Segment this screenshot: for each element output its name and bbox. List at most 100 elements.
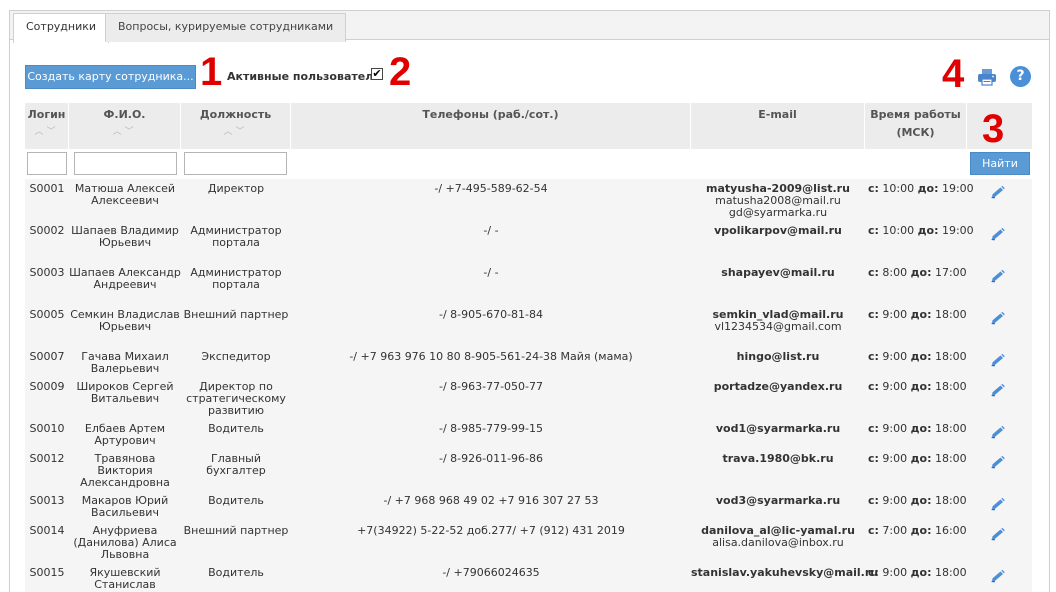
cell-position: Водитель [208,422,264,435]
filter-position-input[interactable] [184,152,287,175]
cell-email: vod3@syarmarka.ru [691,495,865,507]
edit-pencil-icon[interactable] [989,311,1007,326]
cell-position: Главный бухгалтер [206,452,266,477]
column-header-fio-label: Ф.И.О. [103,108,146,121]
create-employee-card-button[interactable]: Создать карту сотрудника... [25,65,196,89]
time-from-label: с: [868,494,879,507]
email-primary: portadze@yandex.ru [713,380,843,393]
edit-pencil-icon[interactable] [989,269,1007,284]
edit-pencil-icon[interactable] [989,227,1007,242]
time-to-value: 18:00 [934,422,967,435]
cell-position: Водитель [208,566,264,579]
help-icon[interactable]: ? [1010,66,1031,87]
cell-login: S0003 [29,266,65,279]
print-icon[interactable] [977,67,997,87]
time-to-value: 18:00 [934,566,967,579]
cell-worktime: с: 9:00 до: 18:00 [868,567,967,579]
cell-worktime: с: 9:00 до: 18:00 [868,453,967,465]
time-to-value: 18:00 [934,380,967,393]
email-primary: vod1@syarmarka.ru [715,422,841,435]
cell-email: matyusha-2009@list.ru matusha2008@mail.ru… [691,183,865,219]
table-row: S0010 Елбаев Артем Артурович Водитель -/ 8-… [25,419,1032,449]
edit-pencil-icon[interactable] [989,185,1007,200]
time-from-value: 9:00 [882,422,908,435]
cell-worktime: с: 10:00 до: 19:00 [868,224,974,237]
time-from-label: с: [868,224,879,237]
cell-login: S0005 [29,308,65,321]
edit-pencil-icon[interactable] [989,425,1007,440]
edit-pencil-icon[interactable] [989,497,1007,512]
table-row: S0013 Макаров Юрий Васильевич Водитель -/ +… [25,491,1032,521]
filter-login-input[interactable] [27,152,67,175]
cell-worktime: с: 9:00 до: 18:00 [868,381,967,393]
time-from-label: с: [868,182,879,195]
annotation-1: 1 [200,50,223,94]
time-from-label: с: [868,524,879,537]
cell-login: S0010 [29,422,65,435]
cell-position: Администратор портала [190,224,282,249]
time-to-label: до: [910,524,932,537]
cell-login: S0009 [29,380,65,393]
sort-position-icon[interactable]: ︿﹀ [181,124,290,137]
cell-fio: Елбаев Артем Артурович [84,422,166,447]
cell-fio: Гачава Михаил Валерьевич [81,350,169,375]
column-header-position: Должность ︿﹀ [181,103,291,149]
cell-login: S0012 [29,452,65,465]
time-from-value: 9:00 [882,566,908,579]
cell-worktime: с: 9:00 до: 18:00 [868,495,967,507]
cell-fio: Шапаев Александр Андреевич [69,266,181,291]
table-row: S0007 Гачава Михаил Валерьевич Экспедитор -… [25,347,1032,377]
edit-pencil-icon[interactable] [989,455,1007,470]
cell-worktime: с: 9:00 до: 18:00 [868,423,967,435]
annotation-2: 2 [389,50,412,94]
email-extra: alisa.danilova@inbox.ru [712,536,844,549]
time-to-value: 17:00 [934,266,967,279]
column-header-position-label: Должность [199,108,272,121]
cell-position: Экспедитор [201,350,271,363]
filter-row: Найти [25,149,1032,179]
annotation-3: 3 [982,107,1005,151]
cell-position: Водитель [208,494,264,507]
edit-pencil-icon[interactable] [989,569,1007,584]
time-to-value: 18:00 [934,452,967,465]
time-from-value: 9:00 [882,380,908,393]
cell-phones: -/ - [483,266,499,279]
cell-email: semkin_vlad@mail.ru vl1234534@gmail.com [691,309,865,333]
table-header: Логин ︿﹀ Ф.И.О. ︿﹀ Должность ︿﹀ Телефоны… [25,103,1032,149]
time-to-value: 18:00 [934,308,967,321]
find-button[interactable]: Найти [970,152,1030,175]
time-to-value: 19:00 [941,224,974,237]
cell-fio: Широков Сергей Витальевич [76,380,174,405]
cell-login: S0014 [29,524,65,537]
time-from-label: с: [868,452,879,465]
table-row: S0003 Шапаев Александр Андреевич Администр… [25,263,1032,305]
cell-login: S0001 [29,182,65,195]
sort-fio-icon[interactable]: ︿﹀ [69,124,180,137]
table-row: S0002 Шапаев Владимир Юрьевич Администрато… [25,221,1032,263]
cell-position: Директор [207,182,265,195]
time-to-value: 19:00 [941,182,974,195]
cell-phones: -/ 8-905-670-81-84 [438,308,544,321]
cell-fio: Якушевский Станислав [89,566,161,591]
filter-fio-input[interactable] [74,152,177,175]
active-users-label: Активные пользователи [227,70,381,83]
edit-pencil-icon[interactable] [989,353,1007,368]
time-from-label: с: [868,266,879,279]
sort-login-icon[interactable]: ︿﹀ [25,124,68,137]
active-users-checkbox[interactable]: ✔ [371,68,383,80]
email-primary: trava.1980@bk.ru [722,452,834,465]
cell-phones: -/ 8-926-011-96-86 [438,452,544,465]
time-to-label: до: [917,182,939,195]
cell-email: danilova_al@lic-yamal.ru alisa.danilova@i… [691,525,865,549]
cell-email: vpolikarpov@mail.ru [691,225,865,237]
employees-table-body: S0001 Матюша Алексей Алексеевич Директор -/… [25,179,1032,592]
time-from-value: 9:00 [882,308,908,321]
cell-fio: Травянова Виктория Александровна [80,452,170,489]
email-primary: vpolikarpov@mail.ru [714,224,842,237]
edit-pencil-icon[interactable] [989,527,1007,542]
cell-fio: Ануфриева (Данилова) Алиса Львовна [73,524,177,561]
edit-pencil-icon[interactable] [989,383,1007,398]
email-primary: shapayev@mail.ru [721,266,835,279]
cell-phones: -/ +7-495-589-62-54 [434,182,548,195]
time-from-label: с: [868,422,879,435]
